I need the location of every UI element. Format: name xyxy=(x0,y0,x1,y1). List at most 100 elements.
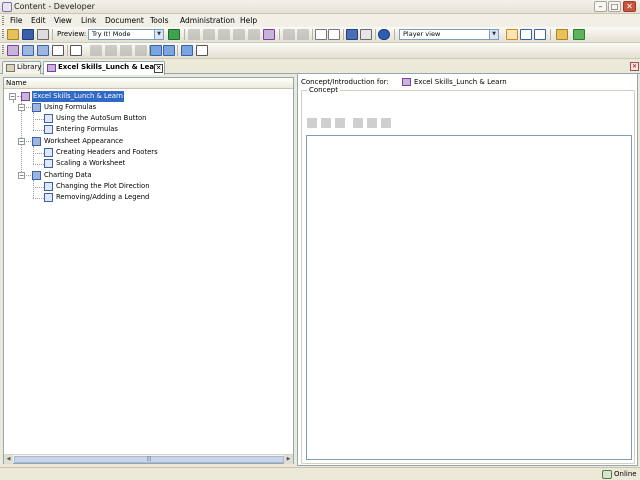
maximize-button[interactable]: □ xyxy=(608,1,621,12)
scroll-right-icon[interactable]: ▶ xyxy=(284,455,293,464)
separator xyxy=(177,45,178,56)
concept-content-area[interactable] xyxy=(306,135,632,460)
menu-file[interactable]: File xyxy=(8,15,25,26)
scroll-thumb[interactable]: ||| xyxy=(14,456,284,463)
new-module-icon[interactable] xyxy=(7,45,19,56)
copy-icon[interactable] xyxy=(203,29,215,40)
undo-link-icon[interactable] xyxy=(196,45,208,56)
layout-split-h-icon[interactable] xyxy=(520,29,532,40)
unlink-icon[interactable] xyxy=(367,118,377,128)
expander-section[interactable]: − xyxy=(18,104,25,111)
preview-mode-select[interactable]: Try It! Mode ▼ xyxy=(88,29,164,40)
horizontal-scrollbar[interactable]: ◀ ||| ▶ xyxy=(4,454,293,464)
layout-split-v-icon[interactable] xyxy=(534,29,546,40)
paste-icon[interactable] xyxy=(218,29,230,40)
package-icon[interactable] xyxy=(321,118,331,128)
link-icon[interactable] xyxy=(307,118,317,128)
collapse-all-icon[interactable] xyxy=(328,29,340,40)
properties-icon[interactable] xyxy=(381,118,391,128)
tab-library[interactable]: Library xyxy=(2,61,41,74)
separator xyxy=(312,29,313,40)
concept-intro-target: Excel Skills_Lunch & Learn xyxy=(402,77,507,87)
tree-item-label: Excel Skills_Lunch & Learn xyxy=(32,91,124,102)
chevron-down-icon[interactable]: ▼ xyxy=(154,30,163,39)
find-replace-icon[interactable] xyxy=(263,29,275,40)
menu-tools[interactable]: Tools xyxy=(148,15,170,26)
publish-icon[interactable] xyxy=(556,29,568,40)
view-mode-value: Player view xyxy=(403,30,441,38)
demote-icon[interactable] xyxy=(163,45,175,56)
layout-outline-icon[interactable] xyxy=(506,29,518,40)
print-icon[interactable] xyxy=(37,29,49,40)
separator xyxy=(279,29,280,40)
delete-icon[interactable] xyxy=(233,29,245,40)
expander-root[interactable]: − xyxy=(9,93,16,100)
save-icon[interactable] xyxy=(22,29,34,40)
menu-edit[interactable]: Edit xyxy=(29,15,48,26)
properties-icon[interactable] xyxy=(248,29,260,40)
separator xyxy=(343,29,344,40)
chevron-down-icon[interactable]: ▼ xyxy=(489,30,498,39)
topic-icon xyxy=(44,182,53,191)
view-mode-select[interactable]: Player view ▼ xyxy=(399,29,499,40)
cut-icon[interactable] xyxy=(188,29,200,40)
topic-type-icon[interactable] xyxy=(70,45,82,56)
close-pane-icon[interactable]: ✕ xyxy=(630,62,639,71)
separator xyxy=(52,29,53,40)
tree-item-label: Entering Formulas xyxy=(56,125,118,133)
tree-item-label: Worksheet Appearance xyxy=(44,137,124,145)
expander-section[interactable]: − xyxy=(18,172,25,179)
go-preview-icon[interactable] xyxy=(168,29,180,40)
column-header-name[interactable]: Name xyxy=(4,78,293,89)
new-section-icon[interactable] xyxy=(22,45,34,56)
tab-library-label: Library xyxy=(17,63,42,71)
close-window-button[interactable]: ✕ xyxy=(623,1,636,12)
tab-excel-skills[interactable]: Excel Skills_Lunch & Learn ✕ xyxy=(43,61,165,75)
promote-icon[interactable] xyxy=(150,45,162,56)
menu-view[interactable]: View xyxy=(52,15,74,26)
menu-link[interactable]: Link xyxy=(79,15,98,26)
move-left-icon[interactable] xyxy=(90,45,102,56)
close-tab-icon[interactable]: ✕ xyxy=(154,64,163,73)
web-page-icon[interactable] xyxy=(335,118,345,128)
menubar-grip-icon[interactable] xyxy=(2,16,4,25)
tree-item-label: Creating Headers and Footers xyxy=(56,148,158,156)
preview-mode-value: Try It! Mode xyxy=(92,30,131,38)
menu-document[interactable]: Document xyxy=(103,15,146,26)
binoculars-icon[interactable] xyxy=(346,29,358,40)
menu-administration[interactable]: Administration xyxy=(178,15,237,26)
module-icon xyxy=(402,78,411,86)
tree-item-label: Using Formulas xyxy=(44,103,97,111)
menu-help[interactable]: Help xyxy=(238,15,259,26)
minimize-button[interactable]: – xyxy=(594,1,607,12)
library-icon xyxy=(6,64,15,72)
outline-toolbar xyxy=(0,43,640,59)
expander-section[interactable]: − xyxy=(18,138,25,145)
tree-line xyxy=(33,119,44,120)
move-down-icon[interactable] xyxy=(135,45,147,56)
toolbar-grip-icon[interactable] xyxy=(2,29,4,38)
help-icon[interactable] xyxy=(378,29,390,40)
move-right-icon[interactable] xyxy=(105,45,117,56)
undo-icon[interactable] xyxy=(283,29,295,40)
tree-line xyxy=(33,198,44,199)
tree-item-label: Removing/Adding a Legend xyxy=(56,193,150,201)
redo-icon[interactable] xyxy=(297,29,309,40)
edit-icon[interactable] xyxy=(353,118,363,128)
separator xyxy=(375,29,376,40)
move-up-icon[interactable] xyxy=(120,45,132,56)
scroll-left-icon[interactable]: ◀ xyxy=(4,455,13,464)
tree-line xyxy=(33,112,34,130)
tree-line xyxy=(33,187,44,188)
refresh-icon[interactable] xyxy=(573,29,585,40)
section-icon xyxy=(32,103,41,112)
spell-check-icon[interactable] xyxy=(360,29,372,40)
new-topic-icon[interactable] xyxy=(37,45,49,56)
record-icon[interactable] xyxy=(52,45,64,56)
open-folder-icon[interactable] xyxy=(7,29,19,40)
module-icon xyxy=(21,92,30,101)
main-toolbar: Preview: Try It! Mode ▼ Player view ▼ xyxy=(0,27,640,43)
toolbar-grip-icon[interactable] xyxy=(2,45,4,54)
expand-all-icon[interactable] xyxy=(315,29,327,40)
insert-link-icon[interactable] xyxy=(181,45,193,56)
